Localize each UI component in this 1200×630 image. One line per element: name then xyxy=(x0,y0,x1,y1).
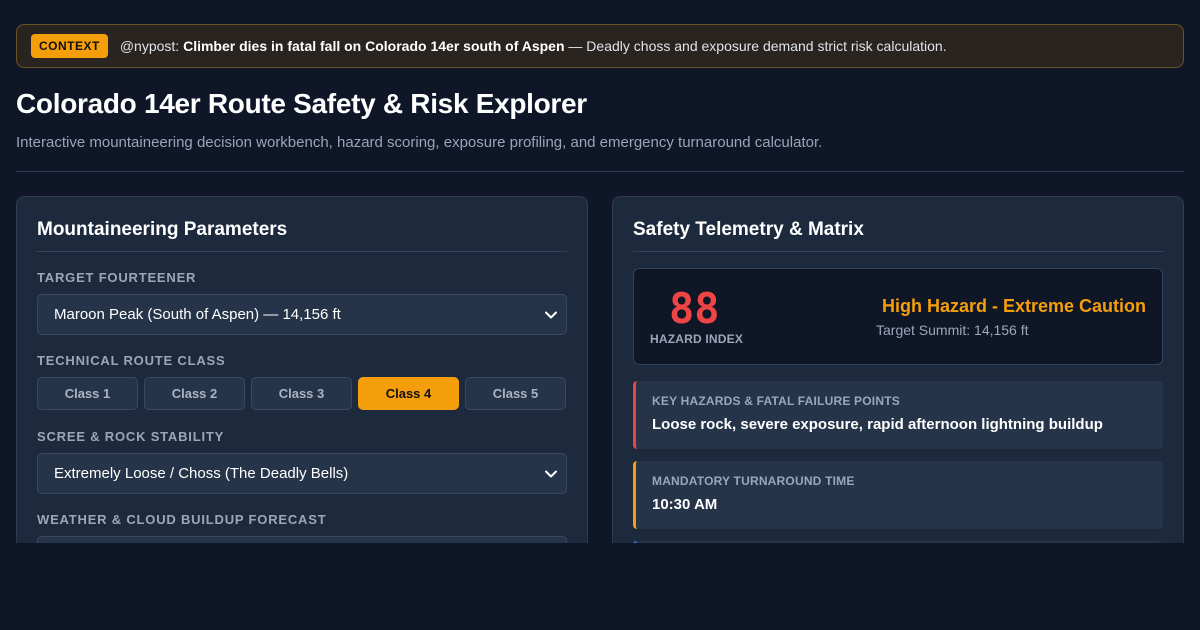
target-summit: Target Summit: 14,156 ft xyxy=(876,322,1029,338)
hazard-level: High Hazard - Extreme Caution xyxy=(881,296,1146,316)
key-hazards-label: Key Hazards & Fatal Failure Points xyxy=(652,394,900,408)
weather-label: Weather & Cloud Buildup Forecast xyxy=(37,512,327,527)
weather-select[interactable] xyxy=(37,536,567,543)
app-viewport: CONTEXT @nypost: Climber dies in fatal f… xyxy=(0,0,1200,543)
peak-label: Target Fourteener xyxy=(37,270,197,285)
key-hazards-value: Loose rock, severe exposure, rapid after… xyxy=(652,416,1103,433)
peak-select-value: Maroon Peak (South of Aspen) — 14,156 ft xyxy=(54,306,341,323)
route-class-toggle: Class 1 Class 2 Class 3 Class 4 Class 5 xyxy=(37,377,567,410)
hazard-index-card: 88 HAZARD INDEX High Hazard - Extreme Ca… xyxy=(633,268,1163,365)
hazard-index-caption: HAZARD INDEX xyxy=(650,332,744,346)
page-subtitle: Interactive mountaineering decision work… xyxy=(16,134,823,151)
hazard-index-value: 88 xyxy=(669,284,720,333)
context-badge: CONTEXT xyxy=(31,34,108,58)
parameters-panel: Mountaineering Parameters Target Fourtee… xyxy=(16,196,588,543)
turnaround-card: Mandatory Turnaround Time 10:30 AM xyxy=(633,461,1163,529)
context-banner: CONTEXT @nypost: Climber dies in fatal f… xyxy=(16,24,1184,68)
scree-select[interactable]: Extremely Loose / Choss (The Deadly Bell… xyxy=(37,453,567,494)
turnaround-value: 10:30 AM xyxy=(652,496,718,513)
class-2-button[interactable]: Class 2 xyxy=(144,377,245,410)
context-handle: @nypost: xyxy=(119,38,180,54)
scree-select-value: Extremely Loose / Choss (The Deadly Bell… xyxy=(54,465,349,482)
header-divider xyxy=(16,171,1184,172)
telemetry-panel: Safety Telemetry & Matrix 88 HAZARD INDE… xyxy=(612,196,1184,543)
next-telemetry-card xyxy=(633,541,1163,543)
class-4-button[interactable]: Class 4 xyxy=(358,377,459,410)
class-5-button[interactable]: Class 5 xyxy=(465,377,566,410)
page-title: Colorado 14er Route Safety & Risk Explor… xyxy=(16,88,587,119)
key-hazards-card: Key Hazards & Fatal Failure Points Loose… xyxy=(633,381,1163,449)
route-class-label: Technical Route Class xyxy=(37,353,226,368)
peak-select[interactable]: Maroon Peak (South of Aspen) — 14,156 ft xyxy=(37,294,567,335)
class-1-button[interactable]: Class 1 xyxy=(37,377,138,410)
parameters-panel-title: Mountaineering Parameters xyxy=(37,219,567,252)
context-text: @nypost: Climber dies in fatal fall on C… xyxy=(120,38,947,54)
telemetry-panel-title: Safety Telemetry & Matrix xyxy=(633,219,1163,252)
chevron-down-icon xyxy=(544,467,558,481)
context-tail: — Deadly choss and exposure demand stric… xyxy=(568,38,947,54)
chevron-down-icon xyxy=(544,308,558,322)
class-3-button[interactable]: Class 3 xyxy=(251,377,352,410)
context-headline: Climber dies in fatal fall on Colorado 1… xyxy=(183,38,565,54)
turnaround-label: Mandatory Turnaround Time xyxy=(652,474,855,488)
scree-label: Scree & Rock Stability xyxy=(37,429,225,444)
